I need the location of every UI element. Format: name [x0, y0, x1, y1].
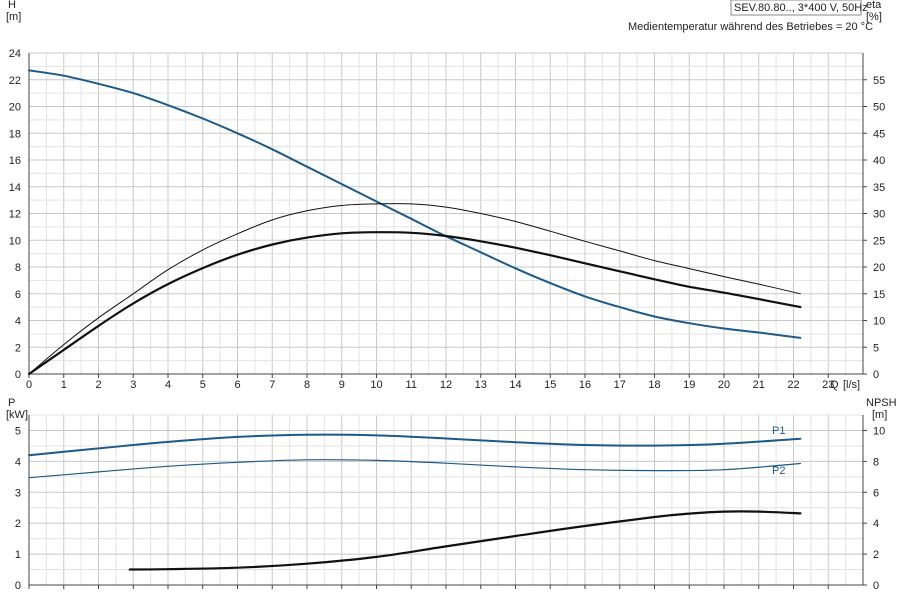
y-right-label-lower: NPSH	[866, 397, 897, 409]
x-tick-label: 15	[544, 379, 556, 391]
lower-y-left-tick-label: 1	[15, 549, 21, 561]
series-label-p1: P1	[772, 425, 785, 437]
upper-y-right-tick-label: 45	[873, 128, 885, 140]
x-tick-label: 12	[440, 379, 452, 391]
lower-chart-grid	[28, 414, 864, 586]
lower-chart-series	[28, 433, 802, 571]
x-tick-label: 18	[648, 379, 660, 391]
lower-y-right-tick-label: 2	[873, 549, 879, 561]
x-tick-label: 19	[683, 379, 695, 391]
upper-y-left-tick-label: 8	[15, 262, 21, 274]
upper-y-left-tick-label: 18	[9, 128, 21, 140]
y-left-label-lower: P	[8, 397, 15, 409]
x-tick-label: 13	[475, 379, 487, 391]
upper-y-right-tick-label: 0	[873, 369, 879, 381]
lower-y-left-tick-label: 2	[15, 518, 21, 530]
lower-y-right-tick-label: 10	[873, 425, 885, 437]
upper-y-left-tick-label: 10	[9, 235, 21, 247]
upper-y-right-tick-label: 30	[873, 209, 885, 221]
x-tick-label: 5	[200, 379, 206, 391]
upper-y-right-tick-label: 55	[873, 75, 885, 87]
upper-y-right-tick-label: 15	[873, 289, 885, 301]
x-tick-label: 20	[718, 379, 730, 391]
x-tick-label: 0	[26, 379, 32, 391]
x-tick-label: 21	[753, 379, 765, 391]
lower-series-line-p1	[28, 433, 802, 457]
upper-chart-tick-labels: 0 1 2 3 4 5 6 7 8 9 10 11 12 13 14 15 16 17 18 19 20 21 22 2302…	[9, 48, 886, 391]
upper-y-left-tick-label: 6	[15, 289, 21, 301]
lower-y-left-tick-label: 3	[15, 487, 21, 499]
upper-y-right-tick-label: 35	[873, 182, 885, 194]
y-left-label-upper: H	[8, 0, 16, 11]
lower-y-right-tick-label: 4	[873, 518, 879, 530]
upper-y-left-tick-label: 16	[9, 155, 21, 167]
x-tick-label: 6	[234, 379, 240, 391]
y-left-unit-upper: [m]	[6, 11, 21, 23]
pump-performance-chart: 0 1 2 3 4 5 6 7 8 9 10 11 12 13 14 15 16 17 18 19 20 21 22 2302…	[6, 0, 897, 592]
y-right-label-upper: eta	[866, 0, 882, 11]
temperature-note: Medientemperatur während des Betriebes =…	[628, 21, 873, 33]
x-tick-label: 9	[339, 379, 345, 391]
lower-y-left-tick-label: 4	[15, 456, 21, 468]
upper-y-left-tick-label: 0	[15, 369, 21, 381]
x-tick-label: 8	[304, 379, 310, 391]
y-left-unit-lower: [kW]	[6, 409, 28, 421]
upper-y-left-tick-label: 12	[9, 209, 21, 221]
upper-y-left-tick-label: 4	[15, 316, 21, 328]
lower-y-right-tick-label: 6	[873, 487, 879, 499]
upper-y-right-tick-label: 10	[873, 316, 885, 328]
lower-y-right-tick-label: 0	[873, 580, 879, 592]
series-label-p2: P2	[772, 465, 785, 477]
upper-series-line-1	[28, 203, 801, 375]
upper-y-right-tick-label: 25	[873, 235, 885, 247]
lower-series-line-p2	[28, 459, 801, 479]
lower-y-left-tick-label: 5	[15, 425, 21, 437]
x-tick-label: 3	[130, 379, 136, 391]
x-tick-label: 22	[787, 379, 799, 391]
y-right-unit-lower: [m]	[872, 409, 887, 421]
upper-y-left-tick-label: 22	[9, 75, 21, 87]
x-tick-label: 11	[406, 379, 417, 391]
upper-y-right-tick-label: 40	[873, 155, 885, 167]
upper-y-left-tick-label: 24	[9, 48, 21, 60]
lower-y-left-tick-label: 0	[15, 580, 21, 592]
upper-y-left-tick-label: 2	[15, 342, 21, 354]
x-axis-label: Q	[830, 379, 839, 391]
x-tick-label: 14	[509, 379, 521, 391]
lower-y-right-tick-label: 8	[873, 456, 879, 468]
x-tick-label: 4	[165, 379, 171, 391]
x-axis-unit: [l/s]	[843, 379, 860, 391]
x-tick-label: 2	[95, 379, 101, 391]
x-tick-label: 17	[614, 379, 626, 391]
model-label: SEV.80.80.., 3*400 V, 50Hz	[734, 2, 868, 14]
upper-y-left-tick-label: 14	[9, 182, 21, 194]
x-tick-label: 10	[370, 379, 382, 391]
upper-y-right-tick-label: 5	[873, 342, 879, 354]
lower-series-line-2	[128, 510, 802, 571]
x-tick-label: 1	[61, 379, 67, 391]
upper-y-right-tick-label: 20	[873, 262, 885, 274]
upper-y-right-tick-label: 50	[873, 102, 885, 114]
upper-chart-series	[27, 69, 802, 376]
x-tick-label: 7	[269, 379, 275, 391]
x-tick-label: 16	[579, 379, 591, 391]
upper-y-left-tick-label: 20	[9, 102, 21, 114]
lower-chart-tick-labels: 0 1 2 3 4 5 0 2 4 6 8 10	[15, 425, 885, 592]
